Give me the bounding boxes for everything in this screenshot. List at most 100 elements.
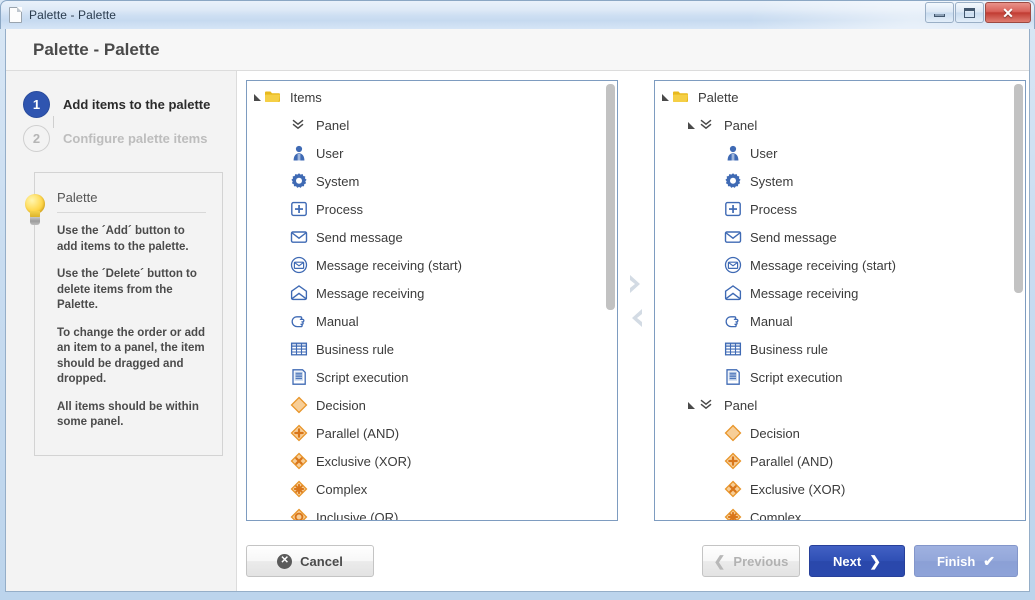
palette-tree-panel: Palette Panel User System Process Send messag… (654, 80, 1026, 521)
next-button[interactable]: Next ❯ (809, 545, 905, 577)
previous-button[interactable]: ❮ Previous (702, 545, 800, 577)
tree-row[interactable]: Process (655, 195, 1025, 223)
hint-title: Palette (57, 190, 206, 213)
tree-row-label: Decision (750, 425, 800, 441)
tree-row[interactable]: Decision (247, 391, 617, 419)
user-icon (724, 144, 742, 162)
envelope-icon (724, 228, 742, 246)
gear-icon (724, 172, 742, 190)
scrollbar-thumb[interactable] (1014, 84, 1023, 293)
envelope-circle-icon (724, 256, 742, 274)
tree-row[interactable]: Exclusive (XOR) (655, 475, 1025, 503)
tree-row[interactable]: Inclusive (OR) (247, 503, 617, 520)
add-to-palette-button[interactable] (625, 271, 647, 297)
cancel-button-label: Cancel (300, 553, 343, 569)
tree-row[interactable]: Manual (655, 307, 1025, 335)
tree-row[interactable]: Items (247, 83, 617, 111)
footer-bar: ✕ Cancel ❮ Previous Next ❯ Finish ✔ (246, 531, 1022, 591)
tree-row[interactable]: System (655, 167, 1025, 195)
tree-row[interactable]: Panel (655, 391, 1025, 419)
twisty-expand-icon[interactable] (253, 92, 264, 103)
minimize-icon (934, 13, 945, 17)
tree-row[interactable]: Panel (655, 111, 1025, 139)
tree-row-label: Panel (316, 117, 350, 133)
tree-row-label: Exclusive (XOR) (750, 481, 846, 497)
tree-row[interactable]: Panel (247, 111, 617, 139)
twisty-expand-icon[interactable] (687, 400, 698, 411)
main-content: Items Panel User System Process Send message M… (237, 71, 1029, 591)
palette-tree-scrollbar[interactable] (1014, 84, 1023, 519)
tree-row-label: Manual (316, 313, 359, 329)
twisty-expand-icon[interactable] (687, 120, 698, 131)
hand-icon (724, 312, 742, 330)
tree-row[interactable]: Decision (655, 419, 1025, 447)
tree-row[interactable]: Message receiving (start) (247, 251, 617, 279)
maximize-button[interactable] (955, 2, 984, 23)
tree-row-label: Panel (724, 117, 758, 133)
finish-button-label: Finish (936, 553, 976, 569)
client-area: Palette - Palette 1 Add items to the pal… (5, 29, 1030, 592)
hint-panel: Palette Use the ´Add´ button to add item… (25, 172, 223, 456)
hint-paragraph-1: Use the ´Add´ button to add items to the… (57, 225, 189, 253)
tree-row[interactable]: Complex (247, 475, 617, 503)
chevron-left-icon: ❮ (713, 553, 726, 569)
finish-button[interactable]: Finish ✔ (914, 545, 1018, 577)
step-1-label: Add items to the palette (63, 96, 211, 112)
items-tree-panel: Items Panel User System Process Send message M… (246, 80, 618, 521)
tree-row[interactable]: Parallel (AND) (247, 419, 617, 447)
minimize-button[interactable] (925, 2, 954, 23)
scrollbar-thumb[interactable] (606, 84, 615, 310)
tree-row-label: Message receiving (start) (750, 257, 896, 273)
items-tree-scrollbar[interactable] (606, 84, 615, 519)
window-title: Palette - Palette (29, 8, 117, 22)
step-2[interactable]: 2 Configure palette items (23, 121, 236, 155)
tree-row[interactable]: Message receiving (start) (655, 251, 1025, 279)
tree-row-label: Send message (316, 229, 403, 245)
tree-row[interactable]: System (247, 167, 617, 195)
chevron-right-icon: ❯ (869, 553, 881, 569)
tree-row[interactable]: User (655, 139, 1025, 167)
tree-row[interactable]: Complex (655, 503, 1025, 520)
step-2-label: Configure palette items (63, 130, 208, 146)
script-icon (724, 368, 742, 386)
tree-row[interactable]: Business rule (247, 335, 617, 363)
remove-from-palette-button[interactable] (625, 305, 647, 331)
lightbulb-icon (22, 194, 48, 228)
tree-row[interactable]: Message receiving (655, 279, 1025, 307)
table-grid-icon (290, 340, 308, 358)
page-header: Palette - Palette (6, 29, 1029, 71)
items-tree-rows[interactable]: Items Panel User System Process Send message M… (247, 81, 617, 520)
page-title: Palette - Palette (33, 39, 160, 59)
palette-tree-rows[interactable]: Palette Panel User System Process Send messag… (655, 81, 1025, 520)
script-icon (290, 368, 308, 386)
tree-row[interactable]: Process (247, 195, 617, 223)
diamond-icon (724, 424, 742, 442)
tree-row[interactable]: Send message (655, 223, 1025, 251)
cancel-button[interactable]: ✕ Cancel (246, 545, 374, 577)
hint-box: Palette Use the ´Add´ button to add item… (34, 172, 223, 456)
tree-row-label: System (750, 173, 794, 189)
tree-row[interactable]: User (247, 139, 617, 167)
tree-row-label: Parallel (AND) (316, 425, 400, 441)
panel-chevrons-icon (698, 116, 716, 134)
wizard-sidebar: 1 Add items to the palette 2 Configure p… (6, 71, 237, 591)
twisty-expand-icon[interactable] (661, 92, 672, 103)
tree-row[interactable]: Palette (655, 83, 1025, 111)
hint-paragraph-4: All items should be within some panel. (57, 400, 199, 429)
tree-row-label: User (316, 145, 344, 161)
tree-row[interactable]: Send message (247, 223, 617, 251)
next-button-label: Next (833, 553, 862, 569)
tree-row[interactable]: Business rule (655, 335, 1025, 363)
tree-row[interactable]: Exclusive (XOR) (247, 447, 617, 475)
tree-row[interactable]: Script execution (655, 363, 1025, 391)
tree-row-label: Palette (698, 89, 739, 105)
tree-row[interactable]: Parallel (AND) (655, 447, 1025, 475)
panel-chevrons-icon (698, 396, 716, 414)
step-1-number: 1 (23, 90, 50, 118)
tree-row[interactable]: Script execution (247, 363, 617, 391)
step-1[interactable]: 1 Add items to the palette (23, 87, 236, 128)
hand-icon (290, 312, 308, 330)
close-button[interactable]: ✕ (985, 2, 1031, 23)
tree-row[interactable]: Manual (247, 307, 617, 335)
tree-row[interactable]: Message receiving (247, 279, 617, 307)
